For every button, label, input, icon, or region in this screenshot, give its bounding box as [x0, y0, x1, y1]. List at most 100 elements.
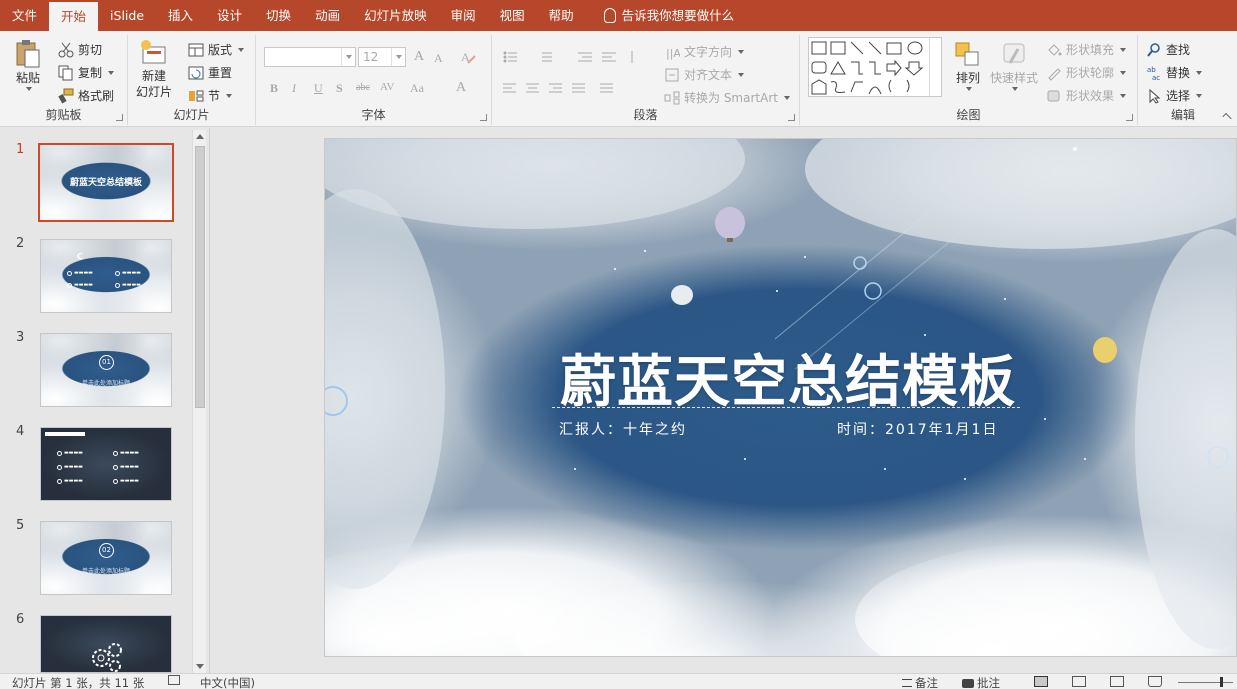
dialog-launcher-icon[interactable] [480, 114, 487, 121]
clear-format-icon[interactable]: A [460, 49, 476, 65]
zoom-slider-handle[interactable] [1220, 677, 1223, 687]
shrink-font-button[interactable]: A [434, 51, 443, 66]
slide-canvas[interactable]: 蔚蓝天空总结模板 汇报人：十年之约 时间：2017年1月1日 [324, 138, 1237, 657]
group-label-slides: 幻灯片 [173, 108, 210, 122]
replace-button[interactable]: ab ac 替换 [1146, 64, 1203, 81]
copy-button[interactable]: 复制 [58, 64, 115, 81]
dialog-launcher-icon[interactable] [1126, 114, 1133, 121]
slide-thumbnail-3[interactable]: 01 单击此处添加标题 [40, 333, 172, 407]
layout-button[interactable]: 版式 [188, 41, 245, 58]
shadow-button[interactable]: S [336, 81, 343, 96]
notes-button[interactable]: 备注 [902, 675, 938, 689]
select-button[interactable]: 选择 [1146, 87, 1203, 104]
cut-label: 剪切 [78, 43, 103, 57]
new-slide-icon [141, 40, 166, 64]
thumb-number: 6 [16, 612, 25, 627]
tell-me-text: 告诉我你想要做什么 [621, 8, 735, 23]
align-text-button[interactable]: 对齐文本 [664, 66, 745, 83]
tab-home[interactable]: 开始 [49, 2, 99, 31]
paste-button[interactable]: 粘贴 [14, 39, 42, 91]
group-clipboard: 粘贴 剪切 复制 格式刷 剪贴板 [0, 35, 128, 125]
slide-date[interactable]: 时间：2017年1月1日 [837, 419, 998, 439]
font-color-button[interactable]: A [456, 80, 466, 96]
tab-slideshow[interactable]: 幻灯片放映 [352, 0, 439, 31]
group-label-paragraph: 段落 [633, 108, 658, 122]
normal-view-icon[interactable] [1034, 676, 1048, 687]
thumb-row: ▬▬▬▬ [67, 282, 93, 288]
shapes-gallery[interactable] [808, 37, 942, 97]
chevron-down-icon[interactable] [391, 48, 405, 66]
align-text-icon [665, 68, 679, 81]
new-slide-label-1: 新建 [142, 69, 167, 83]
quick-styles-label: 快速样式 [990, 71, 1039, 85]
shape-fill-button[interactable]: 形状填充 [1046, 41, 1127, 58]
italic-button[interactable]: I [292, 81, 296, 96]
tab-transitions[interactable]: 切换 [254, 0, 303, 31]
reset-button[interactable]: 重置 [188, 64, 232, 81]
grow-font-button[interactable]: A [414, 49, 424, 65]
chevron-down-icon[interactable] [341, 48, 355, 66]
tab-animations[interactable]: 动画 [303, 0, 352, 31]
font-name-combo[interactable] [264, 47, 356, 67]
text-direction-icon: ||A [666, 47, 680, 60]
shapes-gallery-scroll[interactable] [929, 38, 941, 96]
tab-view[interactable]: 视图 [488, 0, 537, 31]
thumbnail-scrollbar[interactable] [192, 130, 206, 673]
strikethrough-button[interactable]: abc [356, 82, 370, 93]
accessibility-icon[interactable] [168, 675, 180, 685]
paint-bucket-icon [1048, 43, 1062, 56]
convert-smartart-button[interactable]: 转换为 SmartArt [664, 89, 790, 106]
dialog-launcher-icon[interactable] [788, 114, 795, 121]
reading-view-icon[interactable] [1110, 676, 1124, 687]
cut-button[interactable]: 剪切 [58, 41, 102, 58]
tab-file[interactable]: 文件 [0, 0, 49, 31]
chevron-down-icon [738, 49, 745, 54]
scroll-down-icon[interactable] [193, 659, 207, 673]
font-size-combo[interactable]: 12 [358, 47, 406, 67]
reset-icon [188, 66, 204, 79]
text-direction-button[interactable]: ||A 文字方向 [664, 43, 745, 60]
tab-design[interactable]: 设计 [205, 0, 254, 31]
tab-islide[interactable]: iSlide [98, 0, 156, 31]
alignment-buttons-icon[interactable] [502, 81, 652, 97]
arrange-button[interactable]: 排列 [954, 41, 982, 91]
quick-styles-button[interactable]: 快速样式 [990, 41, 1038, 91]
bold-button[interactable]: B [270, 81, 278, 96]
slide-title[interactable]: 蔚蓝天空总结模板 [553, 337, 1023, 418]
slideshow-view-icon[interactable] [1148, 676, 1162, 687]
section-button[interactable]: 节 [188, 87, 233, 104]
dialog-launcher-icon[interactable] [116, 114, 123, 121]
shape-effects-button[interactable]: 形状效果 [1046, 87, 1127, 104]
comments-button[interactable]: 批注 [962, 675, 1000, 689]
scrollbar-thumb[interactable] [195, 146, 205, 408]
zoom-slider[interactable] [1178, 682, 1233, 683]
tell-me-search[interactable]: 告诉我你想要做什么 [586, 0, 747, 31]
new-slide-button[interactable]: 新建 幻灯片 [136, 39, 172, 99]
slide-reporter[interactable]: 汇报人：十年之约 [559, 419, 687, 439]
find-button[interactable]: 查找 [1146, 41, 1190, 58]
tab-review[interactable]: 审阅 [439, 0, 488, 31]
paintbrush-icon [58, 88, 74, 103]
underline-button[interactable]: U [314, 81, 323, 96]
tab-insert[interactable]: 插入 [156, 0, 205, 31]
slide-thumbnail-5[interactable]: 02 单击此处添加标题 [40, 521, 172, 595]
change-case-button[interactable]: Aa [410, 81, 424, 96]
slide-thumbnail-6[interactable] [40, 615, 172, 673]
find-label: 查找 [1166, 43, 1191, 57]
gears-icon [92, 643, 122, 672]
tab-help[interactable]: 帮助 [537, 0, 586, 31]
list-buttons-icon[interactable] [502, 49, 642, 65]
layout-label: 版式 [208, 43, 233, 57]
format-painter-button[interactable]: 格式刷 [58, 87, 114, 104]
shape-outline-button[interactable]: 形状轮廓 [1046, 64, 1127, 81]
char-spacing-button[interactable]: AV [380, 81, 394, 93]
slide-thumbnail-2[interactable]: C ▬▬▬▬ ▬▬▬▬ ▬▬▬▬ ▬▬▬▬ [40, 239, 172, 313]
chevron-down-icon [1196, 93, 1203, 98]
slide-thumbnail-1[interactable]: 蔚蓝天空总结模板 [38, 143, 174, 222]
language-indicator[interactable]: 中文(中国) [200, 675, 255, 689]
slide-thumbnail-4[interactable]: ▬▬▬▬ ▬▬▬▬ ▬▬▬▬ ▬▬▬▬ ▬▬▬▬ ▬▬▬▬ [40, 427, 172, 501]
scroll-up-icon[interactable] [193, 130, 207, 144]
slide-count: 幻灯片 第 1 张，共 11 张 [12, 676, 145, 689]
lightbulb-icon [603, 8, 616, 23]
slide-sorter-icon[interactable] [1072, 676, 1086, 687]
